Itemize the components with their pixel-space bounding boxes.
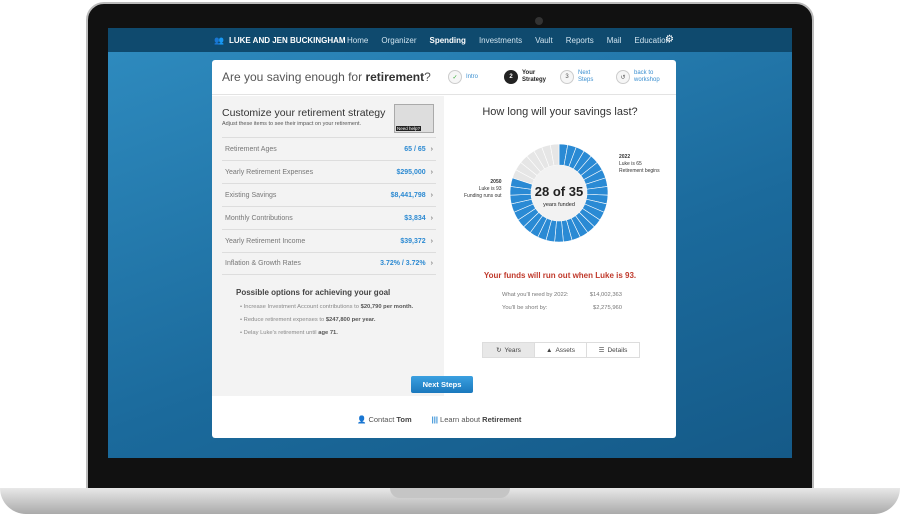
footer-links: 👤 Contact Tom ||| Learn about Retirement [357,415,521,424]
strategy-row[interactable]: Existing Savings $8,441,798 › [222,183,436,206]
strategy-panel: Customize your retirement strategy Adjus… [212,96,444,396]
strategy-row[interactable]: Yearly Retirement Expenses $295,000 › [222,160,436,183]
nav-spending[interactable]: Spending [429,36,465,45]
step-1[interactable]: ✓ Intro [448,70,490,84]
contact-link[interactable]: 👤 Contact Tom [357,415,412,424]
books-icon: ||| [431,415,438,424]
nav-home[interactable]: Home [347,36,368,45]
chevron-right-icon: › [430,168,433,176]
chart-icon: ▲ [546,346,553,354]
row-value: $3,834 [404,214,426,222]
strategy-row[interactable]: Retirement Ages 65 / 65 › [222,137,436,160]
step-3[interactable]: 3 Next Steps [560,70,602,84]
retirement-card: Are you saving enough for retirement? ✓ I… [212,60,676,438]
step-badge: ↺ [616,70,630,84]
refresh-icon: ↻ [496,347,502,354]
row-value: $39,372 [400,237,426,245]
step-label: Next Steps [578,70,594,83]
main-nav: Home Organizer Spending Investments Vault Rep… [347,36,670,45]
step-badge: 2 [504,70,518,84]
camera [535,17,543,25]
view-tabs: ↻ Years ▲ Assets ☰ Details [482,342,640,358]
screen: 👥 LUKE AND JEN BUCKINGHAM Home Organizer Sp… [108,28,792,458]
row-value: $295,000 [396,168,426,176]
step-badge: ✓ [448,70,462,84]
donut-label: 28 of 35 [535,184,583,199]
laptop-notch [390,488,510,498]
step-label: Intro [466,73,479,80]
wizard-steps: ✓ Intro 2 Your Strategy 3 Next Steps ↺ back to … [448,70,666,84]
learn-link[interactable]: ||| Learn about Retirement [432,415,522,424]
strategy-rows: Retirement Ages 65 / 65 › Yearly Retirement… [222,137,436,275]
strategy-row[interactable]: Yearly Retirement Income $39,372 › [222,229,436,252]
chevron-right-icon: › [430,260,433,267]
option-item: • Increase Investment Account contributi… [240,304,414,310]
need-row: What you'll need by 2022: $14,002,363 [502,292,622,298]
options-title: Possible options for achieving your goal [236,288,391,297]
annotation-start: 2022 Luke is 65 Retirement begins [619,154,660,174]
tab-assets[interactable]: ▲ Assets [535,343,587,357]
page-title: Are you saving enough for retirement? [222,70,431,84]
row-label: Existing Savings [225,191,277,199]
top-nav-bar: 👥 LUKE AND JEN BUCKINGHAM Home Organizer Sp… [108,28,792,52]
row-label: Yearly Retirement Expenses [225,168,314,176]
row-value: $8,441,798 [390,191,426,199]
next-steps-button[interactable]: Next Steps [411,376,473,393]
step-label: Your Strategy [522,70,547,83]
row-value: 3.72% / 3.72% [380,260,426,267]
step-2[interactable]: 2 Your Strategy [504,70,546,84]
nav-mail[interactable]: Mail [607,36,622,45]
row-label: Inflation & Growth Rates [225,260,301,267]
nav-vault[interactable]: Vault [535,36,553,45]
nav-organizer[interactable]: Organizer [381,36,416,45]
chevron-right-icon: › [430,214,433,222]
strategy-row[interactable]: Inflation & Growth Rates 3.72% / 3.72% › [222,252,436,275]
step-label: back to workshop [634,70,660,83]
tab-years[interactable]: ↻ Years [483,343,535,357]
card-header: Are you saving enough for retirement? ✓ I… [212,60,676,95]
alert-message: Your funds will run out when Luke is 93. [483,271,637,280]
short-row: You'll be short by: $2,275,960 [502,305,622,311]
options-section: Possible options for achieving your goal… [236,288,444,336]
help-video-thumbnail[interactable]: Need help? [394,104,434,133]
chevron-right-icon: › [430,191,433,199]
nav-investments[interactable]: Investments [479,36,522,45]
savings-title: How long will your savings last? [482,106,638,118]
chevron-right-icon: › [430,237,433,245]
gear-icon[interactable]: ⚙ [665,34,674,45]
chevron-right-icon: › [430,145,433,153]
step-4[interactable]: ↺ back to workshop [616,70,666,84]
users-icon: 👥 [214,35,224,45]
option-item: • Reduce retirement expenses to $247,800… [240,317,376,323]
savings-panel: How long will your savings last? 28 of 3… [444,96,676,396]
option-item: • Delay Luke's retirement until age 71. [240,330,338,336]
annotation-end: 2050 Luke is 93 Funding runs out [464,179,502,199]
nav-reports[interactable]: Reports [566,36,594,45]
row-label: Retirement Ages [225,145,277,153]
row-label: Monthly Contributions [225,214,293,222]
list-icon: ☰ [598,347,605,354]
strategy-row[interactable]: Monthly Contributions $3,834 › [222,206,436,229]
step-badge: 3 [560,70,574,84]
row-label: Yearly Retirement Income [225,237,306,245]
person-icon: 👤 [357,415,367,424]
row-value: 65 / 65 [404,145,426,153]
tab-details[interactable]: ☰ Details [587,343,639,357]
donut-label: years funded [543,202,575,208]
account-name[interactable]: 👥 LUKE AND JEN BUCKINGHAM [214,36,346,45]
